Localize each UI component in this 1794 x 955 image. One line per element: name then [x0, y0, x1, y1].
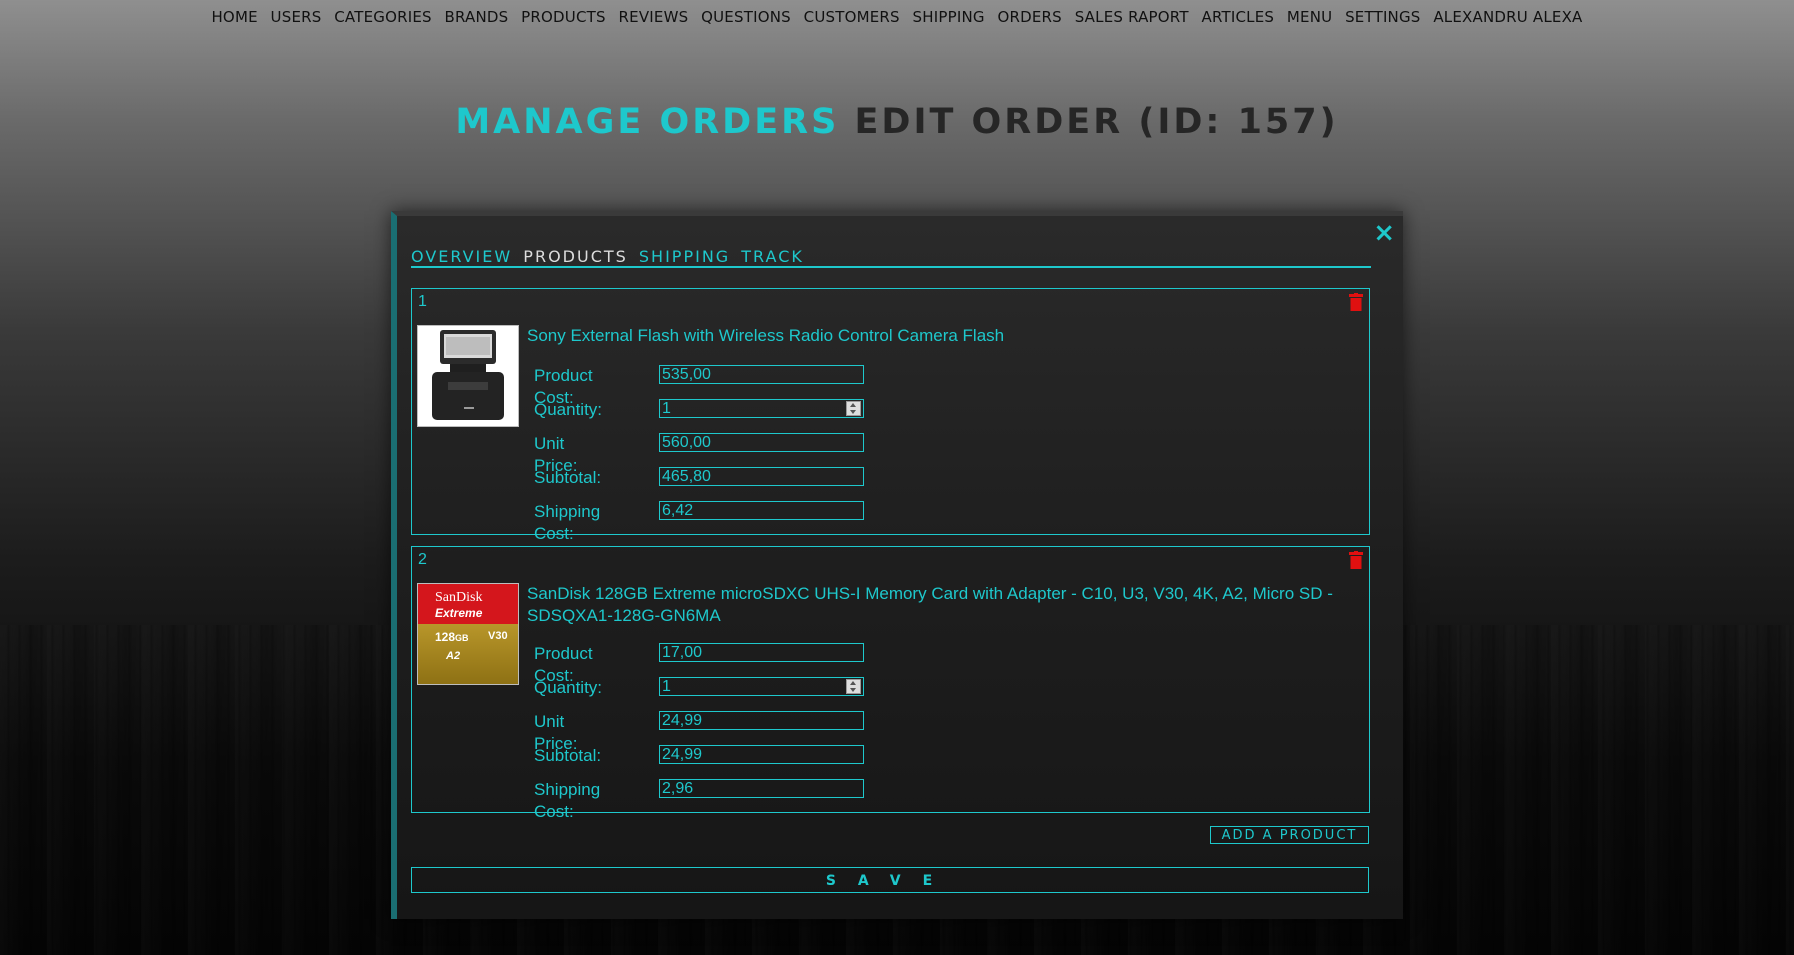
tab-products[interactable]: PRODUCTS	[523, 247, 628, 266]
card-brand-text: SanDisk	[435, 590, 483, 605]
camera-flash-image	[432, 330, 504, 420]
product-thumbnail	[417, 325, 519, 427]
trash-icon[interactable]	[1349, 551, 1363, 569]
page-title-section[interactable]: MANAGE ORDERS	[455, 102, 839, 142]
order-product-item: 2 SanDisk Extreme 128GB V30 A2 SanDisk 1…	[411, 546, 1370, 821]
nav-sales-raport[interactable]: SALES RAPORT	[1075, 8, 1189, 26]
quantity-label: Quantity:	[534, 400, 603, 419]
nav-reviews[interactable]: REVIEWS	[619, 8, 689, 26]
memory-card-image: SanDisk Extreme 128GB V30 A2	[418, 584, 518, 684]
subtotal-input[interactable]	[659, 745, 864, 764]
close-icon[interactable]: ×	[1373, 218, 1395, 248]
card-line-text: Extreme	[435, 606, 483, 620]
shipping-cost-input[interactable]	[659, 779, 864, 798]
nav-users[interactable]: USERS	[271, 8, 322, 26]
nav-orders[interactable]: ORDERS	[998, 8, 1062, 26]
shipping-cost-input[interactable]	[659, 501, 864, 520]
quantity-input[interactable]	[659, 399, 864, 418]
subtotal-label: Subtotal:	[534, 746, 602, 765]
unit-price-input[interactable]	[659, 433, 864, 452]
card-a2-text: A2	[446, 650, 461, 662]
nav-questions[interactable]: QUESTIONS	[701, 8, 791, 26]
quantity-input[interactable]	[659, 677, 864, 696]
page-title-subtitle: EDIT ORDER (ID: 157)	[854, 102, 1339, 142]
nav-user-account[interactable]: ALEXANDRU ALEXA	[1433, 8, 1582, 26]
edit-order-modal: × OVERVIEW PRODUCTS SHIPPING TRACK 1 Son…	[391, 211, 1403, 919]
product-cost-input[interactable]	[659, 365, 864, 384]
top-navigation: HOME USERS CATEGORIES BRANDS PRODUCTS RE…	[0, 8, 1794, 26]
item-number: 2	[418, 551, 427, 568]
product-cost-input[interactable]	[659, 643, 864, 662]
subtotal-input[interactable]	[659, 467, 864, 486]
nav-articles[interactable]: ARTICLES	[1201, 8, 1274, 26]
order-tabs: OVERVIEW PRODUCTS SHIPPING TRACK	[411, 247, 1371, 268]
subtotal-label: Subtotal:	[534, 468, 602, 487]
nav-products[interactable]: PRODUCTS	[521, 8, 606, 26]
card-unit-text: GB	[455, 633, 469, 643]
card-capacity-text: 128	[435, 630, 456, 644]
unit-price-input[interactable]	[659, 711, 864, 730]
card-class-text: V30	[488, 630, 508, 642]
nav-settings[interactable]: SETTINGS	[1345, 8, 1420, 26]
item-number: 1	[418, 293, 427, 310]
product-name[interactable]: Sony External Flash with Wireless Radio …	[527, 325, 1367, 347]
tab-shipping[interactable]: SHIPPING	[639, 247, 730, 266]
quantity-stepper[interactable]	[846, 401, 861, 416]
save-button[interactable]: SAVE	[411, 867, 1369, 893]
page-title: MANAGE ORDERS EDIT ORDER (ID: 157)	[0, 102, 1794, 142]
nav-home[interactable]: HOME	[211, 8, 257, 26]
nav-brands[interactable]: BRANDS	[445, 8, 509, 26]
nav-categories[interactable]: CATEGORIES	[334, 8, 432, 26]
shipping-cost-label: Shipping Cost:	[534, 780, 601, 821]
tab-track[interactable]: TRACK	[741, 247, 804, 266]
nav-customers[interactable]: CUSTOMERS	[804, 8, 900, 26]
quantity-label: Quantity:	[534, 678, 603, 697]
nav-shipping[interactable]: SHIPPING	[913, 8, 985, 26]
nav-menu[interactable]: MENU	[1287, 8, 1332, 26]
order-product-item: 1 Sony External Flash with Wireless Radi…	[411, 288, 1370, 543]
trash-icon[interactable]	[1349, 293, 1363, 311]
tab-overview[interactable]: OVERVIEW	[411, 247, 512, 266]
add-product-button[interactable]: ADD A PRODUCT	[1210, 826, 1369, 844]
product-name[interactable]: SanDisk 128GB Extreme microSDXC UHS-I Me…	[527, 583, 1367, 627]
shipping-cost-label: Shipping Cost:	[534, 502, 601, 543]
quantity-stepper[interactable]	[846, 679, 861, 694]
product-thumbnail: SanDisk Extreme 128GB V30 A2	[417, 583, 519, 685]
